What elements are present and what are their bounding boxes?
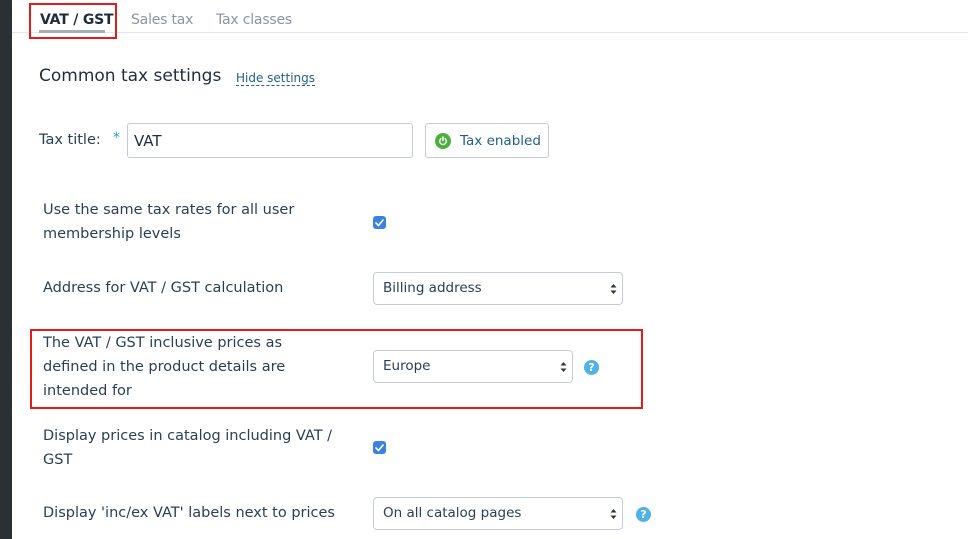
tax-enabled-toggle[interactable]: Tax enabled (425, 123, 549, 158)
check-icon (375, 443, 384, 451)
inclusive-prices-label: The VAT / GST inclusive prices as define… (43, 335, 286, 399)
address-select[interactable]: Billing address (373, 272, 623, 305)
labels-display-label: Display 'inc/ex VAT' labels next to pric… (43, 505, 335, 521)
address-select-value: Billing address (383, 280, 482, 296)
tab-sales-tax[interactable]: Sales tax (131, 12, 193, 28)
select-arrows-icon (610, 284, 617, 294)
display-incl-label: Display prices in catalog including VAT … (43, 428, 333, 468)
required-marker: * (113, 130, 120, 146)
address-label: Address for VAT / GST calculation (43, 280, 284, 296)
display-incl-checkbox[interactable] (373, 441, 386, 454)
same-rates-checkbox[interactable] (373, 216, 386, 229)
tab-tax-classes[interactable]: Tax classes (216, 12, 292, 28)
help-icon[interactable]: ? (636, 507, 651, 522)
inclusive-region-select[interactable]: Europe (373, 350, 573, 383)
check-icon (375, 218, 384, 226)
section-title: Common tax settings (39, 66, 222, 86)
select-arrows-icon (560, 362, 567, 372)
tabs-divider (12, 32, 968, 33)
tax-enabled-label: Tax enabled (460, 132, 541, 149)
power-icon (435, 132, 451, 149)
tax-title-label: Tax title: (39, 132, 101, 148)
labels-display-select[interactable]: On all catalog pages (373, 497, 623, 530)
inclusive-region-value: Europe (383, 358, 431, 374)
select-arrows-icon (610, 509, 617, 519)
same-rates-label: Use the same tax rates for all user memb… (43, 202, 295, 242)
tab-highlight-box (29, 3, 117, 39)
hide-settings-link[interactable]: Hide settings (236, 71, 316, 86)
labels-display-value: On all catalog pages (383, 505, 522, 521)
tax-title-input[interactable] (127, 123, 413, 158)
left-sidebar-edge (0, 0, 12, 539)
help-icon[interactable]: ? (584, 360, 599, 375)
